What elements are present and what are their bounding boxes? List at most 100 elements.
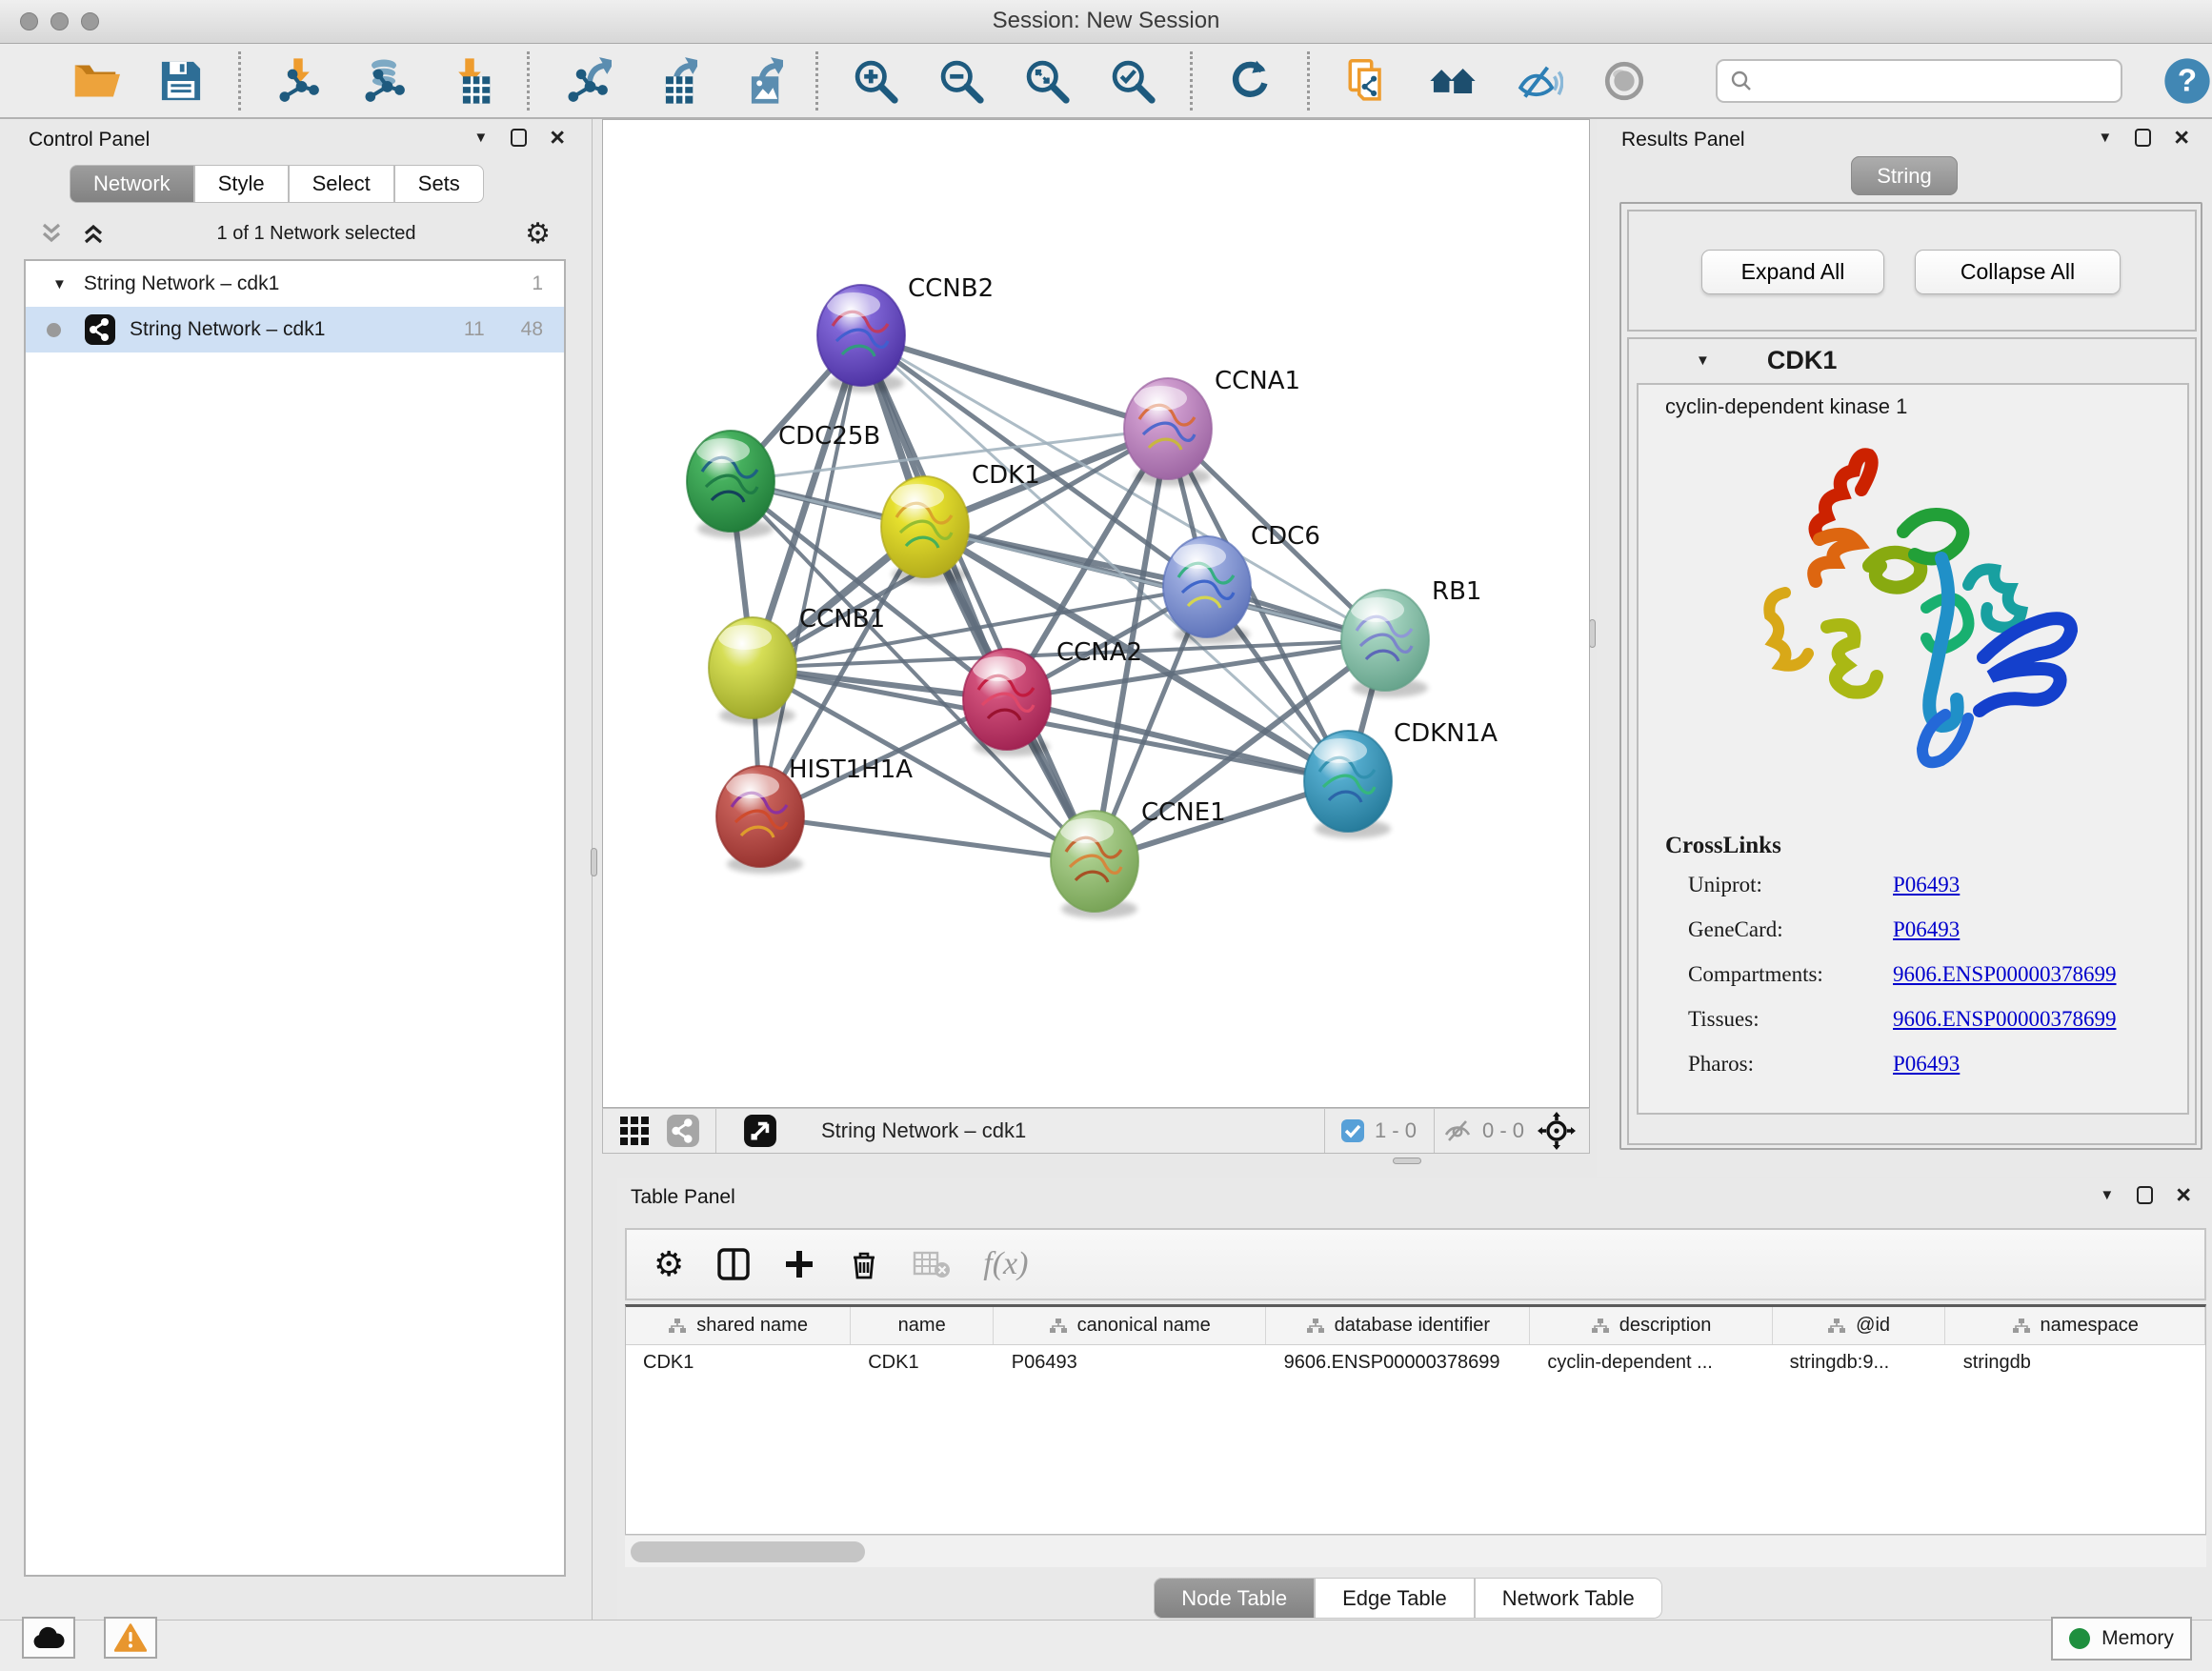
network-view-canvas[interactable]: CCNB2 CCNA1 CDC25B CDK1 CDC6 RB1 (602, 119, 1590, 1108)
tab-style[interactable]: Style (194, 165, 289, 203)
preview-eye-icon[interactable] (1599, 56, 1649, 106)
table-cell[interactable]: CDK1 (851, 1345, 995, 1379)
close-panel-icon[interactable]: × (550, 129, 565, 147)
export-table-icon[interactable] (648, 56, 697, 106)
memory-button[interactable]: Memory (2051, 1617, 2192, 1661)
zoom-fit-icon[interactable] (1022, 56, 1072, 106)
node-CDK1[interactable]: CDK1 (881, 461, 1040, 584)
node-CDC6[interactable]: CDC6 (1163, 522, 1320, 644)
minimize-window-button[interactable] (50, 12, 69, 30)
table-hscrollbar-thumb[interactable] (631, 1541, 865, 1562)
share-document-icon[interactable] (1342, 56, 1392, 106)
left-splitter-handle[interactable] (591, 848, 597, 876)
tab-sets[interactable]: Sets (394, 165, 484, 203)
node-CCNE1[interactable]: CCNE1 (1051, 798, 1226, 918)
float-results-icon[interactable] (2135, 129, 2151, 147)
column-header-name[interactable]: name (851, 1307, 994, 1344)
tab-select[interactable]: Select (289, 165, 394, 203)
table-cell[interactable]: stringdb (1946, 1345, 2205, 1379)
tab-string[interactable]: String (1851, 156, 1957, 195)
string-view-icon[interactable] (666, 1114, 700, 1148)
expand-all-icon[interactable] (79, 219, 108, 248)
table-cell[interactable]: CDK1 (626, 1345, 851, 1379)
expand-all-button[interactable]: Expand All (1701, 250, 1884, 294)
crosslink-link[interactable]: 9606.ENSP00000378699 (1893, 1007, 2117, 1032)
table-cell[interactable]: 9606.ENSP00000378699 (1267, 1345, 1531, 1379)
node-CCNA1[interactable]: CCNA1 (1124, 367, 1300, 486)
node-CDKN1A[interactable]: CDKN1A (1304, 719, 1498, 838)
table-cell[interactable]: cyclin-dependent ... (1530, 1345, 1772, 1379)
export-network-icon[interactable] (562, 56, 612, 106)
crosslink-link[interactable]: P06493 (1893, 873, 1960, 897)
float-table-icon[interactable] (2137, 1186, 2153, 1204)
export-image-icon[interactable] (734, 56, 783, 106)
zoom-window-button[interactable] (81, 12, 99, 30)
import-database-icon[interactable] (359, 56, 409, 106)
zoom-in-icon[interactable] (851, 56, 900, 106)
crosslink-link[interactable]: P06493 (1893, 1052, 1960, 1077)
column-header-shared-name[interactable]: shared name (626, 1307, 851, 1344)
tab-node-table[interactable]: Node Table (1154, 1578, 1315, 1619)
collapse-panel-icon[interactable]: ▼ (473, 130, 488, 146)
warnings-button[interactable] (104, 1617, 157, 1659)
collapse-results-icon[interactable]: ▼ (2098, 130, 2112, 146)
network-row-selected[interactable]: String Network – cdk1 11 48 (26, 307, 564, 352)
fit-content-icon[interactable] (1538, 1112, 1576, 1150)
collapse-gene-icon[interactable]: ▼ (1696, 352, 1710, 369)
open-folder-icon[interactable] (70, 56, 120, 106)
delete-column-icon[interactable] (848, 1248, 880, 1280)
node-HIST1H1A[interactable]: HIST1H1A (716, 755, 913, 874)
gear-icon[interactable]: ⚙ (525, 217, 551, 251)
cloud-button[interactable] (22, 1617, 75, 1659)
collapse-all-icon[interactable] (37, 219, 66, 248)
tree-expand-icon[interactable]: ▼ (52, 276, 67, 292)
edge-CCNB2-HIST1H1A[interactable] (760, 335, 861, 816)
add-column-icon[interactable] (783, 1248, 815, 1280)
node-label-RB1: RB1 (1432, 577, 1481, 606)
title-bar: Session: New Session (0, 0, 2212, 44)
network-graph[interactable]: CCNB2 CCNA1 CDC25B CDK1 CDC6 RB1 (603, 120, 1591, 1109)
main-toolbar: ? (0, 44, 2212, 119)
open-in-new-window-icon[interactable] (743, 1114, 777, 1148)
table-settings-gear-icon[interactable]: ⚙ (654, 1244, 684, 1284)
crosslink-link[interactable]: 9606.ENSP00000378699 (1893, 962, 2117, 987)
tab-network[interactable]: Network (70, 165, 194, 203)
close-table-icon[interactable]: × (2176, 1186, 2191, 1204)
search-input[interactable] (1716, 59, 2122, 103)
column-header--id[interactable]: @id (1773, 1307, 1946, 1344)
hide-eye-icon[interactable] (1514, 56, 1563, 106)
edge-CCNB2-CCNA1[interactable] (861, 335, 1168, 429)
network-collection-row[interactable]: ▼ String Network – cdk1 1 (26, 261, 564, 307)
tab-network-table[interactable]: Network Table (1475, 1578, 1662, 1619)
selected-checkbox-icon[interactable] (1340, 1118, 1365, 1143)
birds-eye-view-icon[interactable] (618, 1115, 651, 1147)
crosslink-link[interactable]: P06493 (1893, 917, 1960, 942)
column-header-description[interactable]: description (1530, 1307, 1772, 1344)
table-cell[interactable]: P06493 (995, 1345, 1267, 1379)
column-header-canonical-name[interactable]: canonical name (994, 1307, 1266, 1344)
collapse-all-button[interactable]: Collapse All (1915, 250, 2121, 294)
table-row[interactable]: CDK1CDK1P064939606.ENSP00000378699cyclin… (626, 1345, 2205, 1379)
table-cell[interactable]: stringdb:9... (1773, 1345, 1946, 1379)
edge-HIST1H1A-CCNE1[interactable] (760, 816, 1095, 861)
node-RB1[interactable]: RB1 (1341, 577, 1481, 697)
import-table-icon[interactable] (445, 56, 494, 106)
save-icon[interactable] (156, 56, 206, 106)
close-results-icon[interactable]: × (2174, 129, 2189, 147)
bottom-splitter-handle[interactable] (1393, 1158, 1421, 1164)
show-columns-icon[interactable] (716, 1247, 751, 1281)
tab-edge-table[interactable]: Edge Table (1315, 1578, 1475, 1619)
zoom-selected-icon[interactable] (1108, 56, 1157, 106)
refresh-icon[interactable] (1225, 56, 1275, 106)
network-view-title: String Network – cdk1 (821, 1118, 1026, 1143)
column-header-database-identifier[interactable]: database identifier (1266, 1307, 1530, 1344)
help-icon[interactable]: ? (2162, 56, 2212, 106)
zoom-out-icon[interactable] (936, 56, 986, 106)
collapse-table-icon[interactable]: ▼ (2100, 1187, 2114, 1203)
float-panel-icon[interactable] (511, 129, 527, 147)
import-network-icon[interactable] (273, 56, 323, 106)
table-hscrollbar[interactable] (625, 1535, 2206, 1567)
column-header-namespace[interactable]: namespace (1945, 1307, 2205, 1344)
close-window-button[interactable] (20, 12, 38, 30)
home-icon[interactable] (1428, 56, 1478, 106)
